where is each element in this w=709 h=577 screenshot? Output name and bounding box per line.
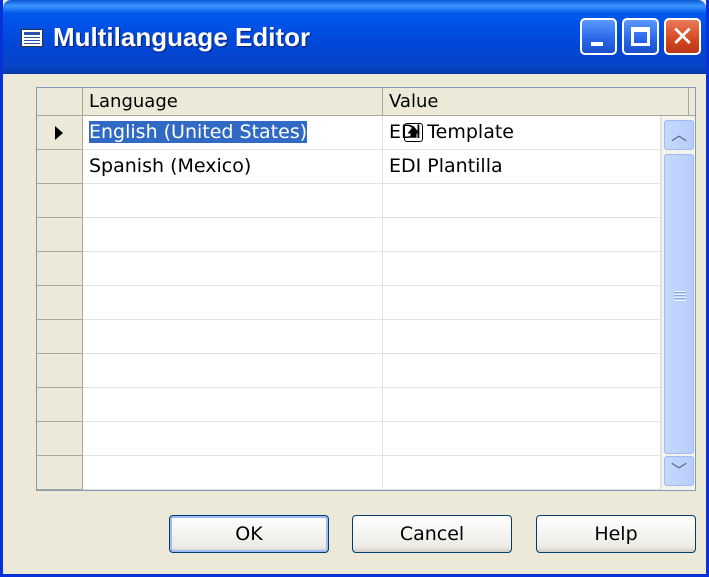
value-cell[interactable] [383,354,661,388]
window-title: Multilanguage Editor [53,22,311,52]
language-cell[interactable]: Spanish (Mexico) [83,150,383,184]
row-selector[interactable] [37,388,83,422]
language-cell[interactable] [83,286,383,320]
value-cell[interactable] [383,422,661,456]
value-cell[interactable] [383,252,661,286]
table-icon [21,29,43,47]
value-cell[interactable]: EDI Template [383,116,661,150]
ok-button[interactable]: OK [169,515,329,553]
value-cell[interactable] [383,286,661,320]
multilanguage-editor-window: Multilanguage Editor ✕ Language Value En… [0,0,709,577]
value-cell[interactable] [383,456,661,490]
maximize-icon [631,27,650,46]
vertical-scrollbar[interactable]: ︿ ﹀ [661,116,695,490]
language-cell[interactable] [83,388,383,422]
scroll-thumb[interactable] [664,154,694,454]
value-cell[interactable] [383,388,661,422]
value-cell[interactable] [383,218,661,252]
language-grid: Language Value English (United States) 🡅 E… [36,87,696,491]
row-selector[interactable] [37,184,83,218]
value-cell[interactable]: EDI Plantilla [383,150,661,184]
row-selector[interactable] [37,286,83,320]
header-filler [689,88,695,116]
grid-corner [37,88,83,116]
value-cell-text: EDI Plantilla [389,155,503,177]
close-button[interactable]: ✕ [664,18,701,55]
language-cell[interactable] [83,320,383,354]
row-selector[interactable] [37,456,83,490]
scroll-down-button[interactable]: ﹀ [664,456,694,486]
language-cell[interactable] [83,252,383,286]
language-cell[interactable] [83,184,383,218]
row-selector[interactable] [37,218,83,252]
row-selector[interactable] [37,354,83,388]
grip-icon [674,291,686,301]
title-bar[interactable]: Multilanguage Editor ✕ [3,0,706,74]
minimize-icon [591,42,603,46]
scroll-up-button[interactable]: ︿ [664,120,694,150]
column-header-language[interactable]: Language [83,88,383,116]
minimize-button[interactable] [580,18,617,55]
language-cell-text: Spanish (Mexico) [89,155,252,177]
row-selector[interactable] [37,252,83,286]
chevron-up-icon: ︿ [670,125,687,144]
column-header-value[interactable]: Value [383,88,689,116]
maximize-button[interactable] [622,18,659,55]
cancel-button[interactable]: Cancel [352,515,512,553]
close-icon: ✕ [670,20,695,53]
language-cell[interactable] [83,422,383,456]
value-cell[interactable] [383,184,661,218]
value-cell-text: EDI Template [389,121,514,143]
row-pointer-icon [55,126,63,140]
language-cell[interactable] [83,218,383,252]
language-cell[interactable]: English (United States) 🡅 [83,116,423,150]
language-cell[interactable] [83,456,383,490]
row-selector[interactable] [37,422,83,456]
row-selector[interactable] [37,320,83,354]
chevron-down-icon: ﹀ [670,461,687,480]
value-cell[interactable] [383,320,661,354]
language-cell-text: English (United States) [89,121,308,143]
row-selector[interactable] [37,150,83,184]
help-button[interactable]: Help [536,515,696,553]
row-selector[interactable] [37,116,83,150]
language-cell[interactable] [83,354,383,388]
